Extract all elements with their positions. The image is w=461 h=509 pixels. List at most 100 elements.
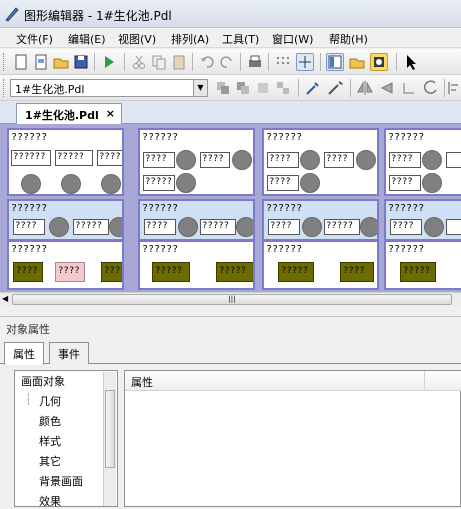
olive-block[interactable]: ?????: [278, 262, 314, 282]
text-box[interactable]: ??????: [11, 150, 51, 166]
menu-tools[interactable]: 工具(T): [222, 31, 259, 47]
tree-item-style[interactable]: 样式: [39, 433, 61, 449]
rotate-left-icon[interactable]: [422, 79, 440, 97]
olive-block[interactable]: ?????: [216, 262, 253, 282]
print-icon[interactable]: [246, 53, 264, 71]
menu-arrange[interactable]: 排列(A): [171, 31, 209, 47]
scroll-thumb[interactable]: |||: [12, 294, 452, 305]
flip-horizontal-icon[interactable]: [356, 79, 374, 97]
olive-block[interactable]: ????: [13, 262, 43, 282]
menu-window[interactable]: 窗口(W): [272, 31, 313, 47]
text-box[interactable]: ????: [389, 152, 421, 168]
cut-icon[interactable]: [130, 53, 148, 71]
status-circle[interactable]: [424, 217, 444, 237]
menu-edit[interactable]: 编辑(E): [68, 31, 106, 47]
status-circle[interactable]: [360, 217, 377, 237]
canvas-cell[interactable]: ?????? ????? ????: [262, 240, 379, 290]
tree-item-geometry[interactable]: 几何: [39, 393, 61, 409]
pink-block[interactable]: ????: [55, 262, 85, 282]
align-bring-front-icon[interactable]: [214, 79, 232, 97]
status-circle[interactable]: [49, 217, 69, 237]
text-box[interactable]: ?????: [73, 219, 109, 235]
status-circle[interactable]: [178, 217, 198, 237]
text-box[interactable]: ????: [143, 152, 175, 168]
snap-cross-icon[interactable]: [296, 53, 314, 71]
status-circle[interactable]: [61, 174, 81, 194]
layout-panel-icon[interactable]: [326, 53, 344, 71]
tree-scroll-thumb[interactable]: [105, 390, 115, 468]
library-icon[interactable]: [370, 53, 388, 71]
status-circle[interactable]: [176, 150, 196, 170]
status-circle[interactable]: [21, 174, 41, 194]
flip-vertical-icon[interactable]: [378, 79, 396, 97]
tree-item-color[interactable]: 颜色: [39, 413, 61, 429]
paste-icon[interactable]: [170, 53, 188, 71]
tree-scrollbar[interactable]: [103, 372, 116, 506]
canvas-cell[interactable]: ?????? ???? ?????: [262, 199, 379, 241]
status-circle[interactable]: [232, 150, 252, 170]
new-file-icon[interactable]: [12, 53, 30, 71]
olive-block[interactable]: ????: [340, 262, 374, 282]
canvas-cell[interactable]: ?????? ???? ?????: [138, 199, 255, 241]
text-box[interactable]: ?????: [143, 175, 175, 191]
canvas-cell[interactable]: ?????? ???? ?????: [7, 199, 124, 241]
canvas-cell[interactable]: ?????? ???? ???? ?????: [138, 128, 255, 196]
canvas-cell[interactable]: ?????? ?????: [384, 240, 461, 290]
tree-item-other[interactable]: 其它: [39, 453, 61, 469]
menu-help[interactable]: 帮助(H): [329, 31, 368, 47]
status-circle[interactable]: [101, 174, 121, 194]
tree-item-root[interactable]: 画面对象: [21, 373, 65, 389]
text-box[interactable]: ?????: [200, 219, 236, 235]
ungroup-icon[interactable]: [274, 79, 292, 97]
new-template-icon[interactable]: [32, 53, 50, 71]
document-tab[interactable]: 1#生化池.Pdl ×: [16, 103, 122, 124]
folder-view-icon[interactable]: [348, 53, 366, 71]
canvas-cell[interactable]: ?????? ?????? ????? ????: [7, 128, 124, 196]
text-box[interactable]: ????: [97, 150, 122, 166]
text-box[interactable]: ????: [389, 175, 421, 191]
align-left-icon[interactable]: [446, 79, 461, 97]
status-circle[interactable]: [302, 217, 322, 237]
olive-block[interactable]: ????: [101, 262, 122, 282]
redo-icon[interactable]: [218, 53, 236, 71]
text-box[interactable]: ?????: [55, 150, 93, 166]
align-send-back-icon[interactable]: [234, 79, 252, 97]
text-box[interactable]: ????: [200, 152, 230, 168]
rotate-icon[interactable]: [400, 79, 418, 97]
status-circle[interactable]: [300, 173, 320, 193]
grid-dots-icon[interactable]: [274, 53, 292, 71]
menu-file[interactable]: 文件(F): [16, 31, 53, 47]
eyedropper-icon[interactable]: [304, 79, 322, 97]
wand-icon[interactable]: [326, 79, 344, 97]
text-box[interactable]: [446, 219, 461, 235]
save-icon[interactable]: [72, 53, 90, 71]
cursor-arrow-icon[interactable]: [402, 53, 420, 71]
text-box[interactable]: ????: [324, 152, 354, 168]
text-box[interactable]: ????: [13, 219, 45, 235]
text-box[interactable]: ????: [390, 219, 422, 235]
canvas-cell[interactable]: ?????? ???? ????: [384, 128, 461, 196]
canvas-cell[interactable]: ?????? ???? ???? ????: [7, 240, 124, 290]
status-circle[interactable]: [109, 217, 122, 237]
status-circle[interactable]: [236, 217, 253, 237]
scroll-left-icon[interactable]: ◀: [2, 294, 8, 303]
text-box[interactable]: ????: [268, 219, 300, 235]
copy-icon[interactable]: [150, 53, 168, 71]
status-circle[interactable]: [176, 173, 196, 193]
tab-properties[interactable]: 属性: [4, 342, 44, 365]
status-circle[interactable]: [356, 150, 376, 170]
tab-events[interactable]: 事件: [49, 342, 89, 364]
text-box[interactable]: [446, 152, 461, 168]
status-circle[interactable]: [300, 150, 320, 170]
menu-view[interactable]: 视图(V): [118, 31, 156, 47]
text-box[interactable]: ?????: [324, 219, 360, 235]
status-circle[interactable]: [422, 173, 442, 193]
undo-icon[interactable]: [198, 53, 216, 71]
open-folder-icon[interactable]: [52, 53, 70, 71]
chevron-down-icon[interactable]: ▼: [193, 80, 207, 96]
tree-item-background[interactable]: 背景画面: [39, 473, 83, 489]
canvas-cell[interactable]: ?????? ????: [384, 199, 461, 241]
text-box[interactable]: ????: [144, 219, 176, 235]
olive-block[interactable]: ?????: [152, 262, 190, 282]
text-box[interactable]: ????: [267, 152, 299, 168]
